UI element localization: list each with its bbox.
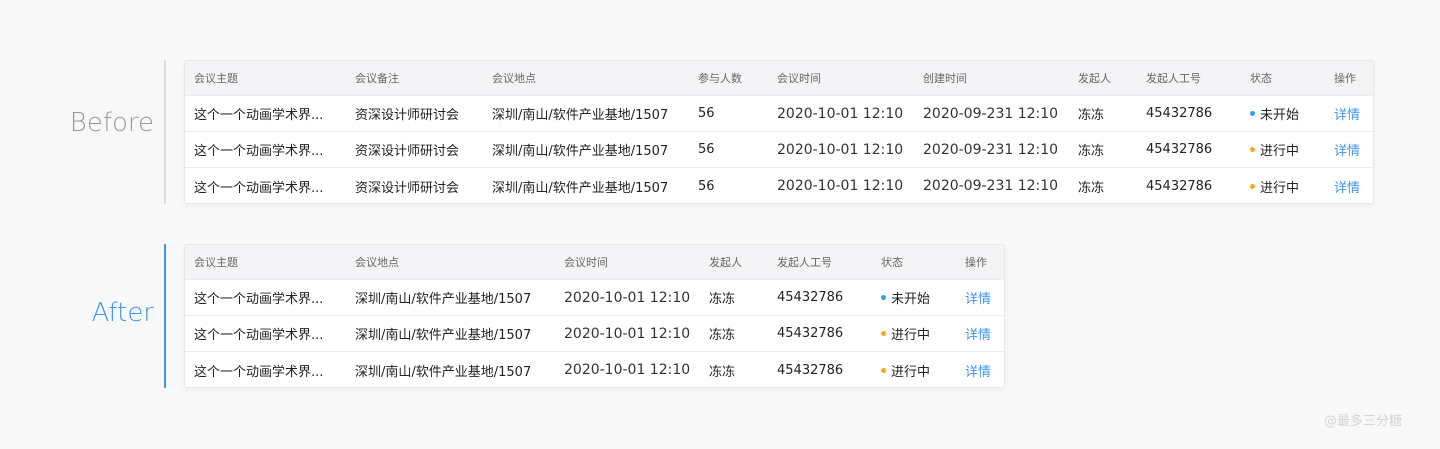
status-badge: 未开始 (1250, 96, 1299, 131)
column-header-status: 状态 (881, 256, 903, 269)
details-link[interactable]: 详情 (965, 352, 991, 387)
table-row: 这个一个动画学术界... 深圳/南山/软件产业基地/1507 2020-10-0… (185, 352, 1004, 387)
after-divider (164, 244, 166, 388)
status-text: 进行中 (891, 328, 931, 343)
cell-time: 2020-10-01 12:10 (777, 105, 904, 122)
cell-host: 冻冻 (709, 292, 736, 307)
table-header-row: 会议主题 会议地点 会议时间 发起人 发起人工号 状态 操作 (185, 245, 1004, 280)
cell-host-id: 45432786 (1146, 106, 1213, 121)
cell-topic: 这个一个动画学术界... (194, 292, 324, 307)
column-header-topic: 会议主题 (194, 256, 238, 269)
status-text: 进行中 (891, 364, 931, 380)
column-header-created: 创建时间 (923, 72, 967, 85)
cell-topic: 这个一个动画学术界... (194, 144, 324, 159)
table-row: 这个一个动画学术界... 资深设计师研讨会 深圳/南山/软件产业基地/1507 … (185, 168, 1373, 203)
column-header-time: 会议时间 (564, 256, 608, 269)
cell-created: 2020-09-231 12:10 (923, 141, 1059, 158)
column-header-location: 会议地点 (355, 256, 399, 269)
watermark: @最多三分糖 (1324, 414, 1403, 429)
cell-note: 资深设计师研讨会 (355, 144, 460, 159)
cell-topic: 这个一个动画学术界... (194, 180, 324, 196)
table-row: 这个一个动画学术界... 深圳/南山/软件产业基地/1507 2020-10-0… (185, 280, 1004, 316)
cell-host-id: 45432786 (777, 326, 844, 341)
column-header-note: 会议备注 (355, 72, 399, 85)
cell-host-id: 45432786 (1146, 142, 1213, 157)
status-text: 未开始 (1260, 108, 1300, 123)
cell-time: 2020-10-01 12:10 (564, 289, 691, 306)
status-dot-icon (881, 331, 886, 336)
cell-topic: 这个一个动画学术界... (194, 108, 324, 123)
cell-created: 2020-09-231 12:10 (923, 105, 1059, 122)
cell-location: 深圳/南山/软件产业基地/1507 (492, 144, 669, 159)
cell-location: 深圳/南山/软件产业基地/1507 (492, 108, 669, 123)
cell-created: 2020-09-231 12:10 (923, 178, 1059, 194)
status-badge: 进行中 (881, 352, 931, 387)
cell-host: 冻冻 (1078, 108, 1105, 123)
status-badge: 进行中 (881, 316, 930, 351)
status-badge: 未开始 (881, 280, 930, 315)
after-label: After (91, 298, 154, 328)
status-text: 进行中 (1260, 180, 1300, 196)
cell-host: 冻冻 (1078, 180, 1105, 196)
cell-time: 2020-10-01 12:10 (777, 141, 904, 158)
before-label: Before (69, 108, 154, 138)
status-dot-icon (1250, 111, 1255, 116)
column-header-topic: 会议主题 (194, 72, 238, 85)
cell-location: 深圳/南山/软件产业基地/1507 (355, 328, 532, 343)
details-link[interactable]: 详情 (965, 280, 991, 315)
cell-topic: 这个一个动画学术界... (194, 364, 324, 380)
before-divider (164, 60, 166, 204)
status-dot-icon (881, 295, 886, 300)
after-table: 会议主题 会议地点 会议时间 发起人 发起人工号 状态 操作 这个一个动画学术界… (184, 244, 1005, 388)
cell-location: 深圳/南山/软件产业基地/1507 (492, 180, 669, 196)
cell-note: 资深设计师研讨会 (355, 180, 460, 196)
details-link[interactable]: 详情 (1334, 96, 1360, 131)
status-text: 未开始 (891, 292, 931, 307)
cell-time: 2020-10-01 12:10 (777, 178, 904, 194)
cell-host-id: 45432786 (777, 362, 844, 378)
cell-host: 冻冻 (709, 328, 736, 343)
cell-time: 2020-10-01 12:10 (564, 362, 691, 378)
table-header-row: 会议主题 会议备注 会议地点 参与人数 会议时间 创建时间 发起人 发起人工号 … (185, 61, 1373, 96)
column-header-count: 参与人数 (698, 72, 742, 85)
table-row: 这个一个动画学术界... 资深设计师研讨会 深圳/南山/软件产业基地/1507 … (185, 132, 1373, 168)
cell-host: 冻冻 (709, 364, 736, 380)
details-link[interactable]: 详情 (965, 316, 991, 351)
status-dot-icon (1250, 183, 1255, 189)
column-header-action: 操作 (965, 256, 987, 269)
column-header-host-id: 发起人工号 (777, 256, 832, 269)
status-text: 进行中 (1260, 144, 1300, 159)
cell-location: 深圳/南山/软件产业基地/1507 (355, 292, 532, 307)
column-header-host: 发起人 (1078, 72, 1111, 85)
status-badge: 进行中 (1250, 168, 1300, 203)
cell-note: 资深设计师研讨会 (355, 108, 460, 123)
column-header-time: 会议时间 (777, 72, 821, 85)
cell-count: 56 (698, 142, 715, 157)
column-header-host: 发起人 (709, 256, 742, 269)
status-dot-icon (881, 367, 886, 373)
cell-host: 冻冻 (1078, 144, 1105, 159)
column-header-action: 操作 (1334, 72, 1356, 85)
column-header-status: 状态 (1250, 72, 1272, 85)
cell-location: 深圳/南山/软件产业基地/1507 (355, 364, 532, 380)
details-link[interactable]: 详情 (1334, 168, 1360, 203)
cell-host-id: 45432786 (777, 290, 844, 305)
before-table: 会议主题 会议备注 会议地点 参与人数 会议时间 创建时间 发起人 发起人工号 … (184, 60, 1374, 204)
cell-host-id: 45432786 (1146, 178, 1213, 194)
table-row: 这个一个动画学术界... 资深设计师研讨会 深圳/南山/软件产业基地/1507 … (185, 96, 1373, 132)
table-row: 这个一个动画学术界... 深圳/南山/软件产业基地/1507 2020-10-0… (185, 316, 1004, 352)
status-dot-icon (1250, 147, 1255, 152)
details-link[interactable]: 详情 (1334, 132, 1360, 167)
cell-count: 56 (698, 106, 715, 121)
column-header-location: 会议地点 (492, 72, 536, 85)
column-header-host-id: 发起人工号 (1146, 72, 1201, 85)
cell-topic: 这个一个动画学术界... (194, 328, 324, 343)
cell-count: 56 (698, 178, 715, 194)
cell-time: 2020-10-01 12:10 (564, 325, 691, 342)
status-badge: 进行中 (1250, 132, 1299, 167)
